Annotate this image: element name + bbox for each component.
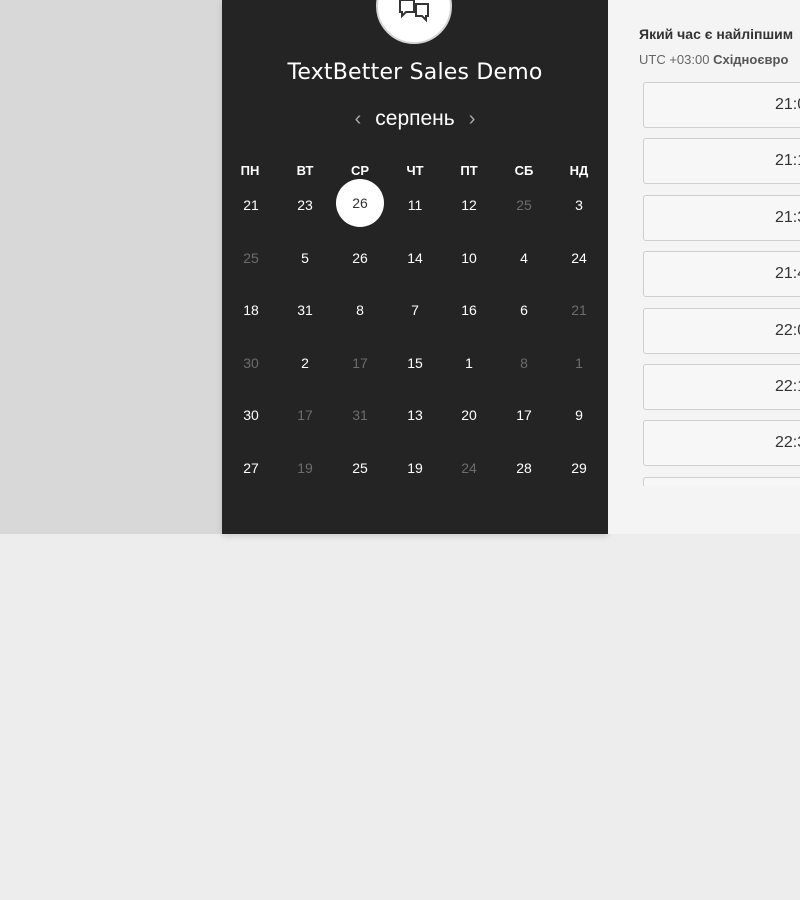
calendar-day[interactable]: 20 (445, 391, 493, 439)
time-slot-button[interactable]: 22:1 (643, 364, 800, 410)
calendar-day: 25 (243, 249, 259, 266)
calendar-day[interactable]: 12 (445, 181, 493, 229)
calendar-day[interactable]: 11 (391, 181, 439, 229)
calendar-day[interactable]: 14 (391, 234, 439, 282)
calendar-day: 8 (520, 354, 528, 371)
calendar-day: 17 (297, 407, 313, 424)
calendar-day[interactable]: 16 (445, 286, 493, 334)
calendar-day[interactable]: 23 (281, 181, 329, 229)
time-slot-list: 21:0 21:1 21:3 21:4 22:0 22:1 22:3 (643, 82, 800, 486)
time-selection-panel: Який час є найліпшим UTC +03:00 Східноєв… (608, 0, 800, 534)
time-slot-button[interactable] (643, 476, 800, 486)
event-calendar-panel: TextBetter Sales Demo ‹ серпень › ПН ВТ … (222, 0, 608, 534)
calendar-day[interactable]: 17 (500, 391, 548, 439)
calendar-day[interactable]: 9 (555, 391, 603, 439)
time-slot-button[interactable]: 21:0 (643, 82, 800, 128)
calendar-day[interactable]: 8 (336, 286, 384, 334)
time-question-heading: Який час є найліпшим (639, 26, 794, 42)
calendar-day[interactable]: 26 (336, 234, 384, 282)
calendar-day[interactable]: 19 (391, 444, 439, 492)
calendar-day[interactable]: 13 (391, 391, 439, 439)
calendar-day[interactable]: 31 (281, 286, 329, 334)
calendar-day[interactable]: 6 (500, 286, 548, 334)
timezone-offset: UTC +03:00 (639, 52, 710, 67)
calendar-day[interactable]: 27 (227, 444, 275, 492)
calendar-day[interactable]: 24 (555, 234, 603, 282)
background-left-area (0, 0, 222, 534)
time-slot-button[interactable]: 22:3 (643, 420, 800, 467)
timezone-label[interactable]: UTC +03:00 Східноєвро (639, 52, 788, 67)
calendar-day[interactable]: 3 (555, 181, 603, 229)
calendar-day[interactable]: 18 (227, 286, 275, 334)
time-slot-button[interactable]: 22:0 (643, 307, 800, 354)
calendar-day[interactable]: 5 (281, 234, 329, 282)
calendar-day[interactable]: 25 (336, 444, 384, 492)
calendar-day[interactable]: 29 (555, 444, 603, 492)
calendar-day[interactable]: 21 (227, 181, 275, 229)
calendar-day: 25 (516, 197, 532, 213)
calendar-day[interactable]: 4 (500, 234, 548, 282)
calendar-day: 17 (352, 354, 368, 371)
calendar-day[interactable]: 2 (281, 339, 329, 387)
calendar-day: 21 (571, 302, 587, 319)
calendar-day: 1 (575, 354, 583, 371)
calendar-day[interactable]: 10 (445, 234, 493, 282)
calendar-day: 19 (297, 460, 313, 476)
time-slot-button[interactable]: 21:4 (643, 251, 800, 298)
calendar-day[interactable]: 1 (445, 339, 493, 387)
calendar-day[interactable]: 15 (391, 339, 439, 387)
calendar-day: 31 (352, 407, 368, 424)
calendar-grid: 21 23 26 11 12 25 3 25 5 26 14 10 4 24 18 31 8 7 16 6 21 30 2 1… (222, 0, 608, 534)
calendar-day: 30 (243, 354, 259, 371)
calendar-day: 24 (461, 460, 477, 476)
time-slot-button[interactable]: 21:1 (643, 138, 800, 185)
time-slot-button[interactable]: 21:3 (643, 194, 800, 241)
calendar-day[interactable]: 28 (500, 444, 548, 492)
timezone-name: Східноєвро (713, 52, 789, 67)
calendar-day[interactable]: 7 (391, 286, 439, 334)
selected-day[interactable]: 26 (336, 179, 384, 227)
calendar-day[interactable]: 30 (227, 391, 275, 439)
